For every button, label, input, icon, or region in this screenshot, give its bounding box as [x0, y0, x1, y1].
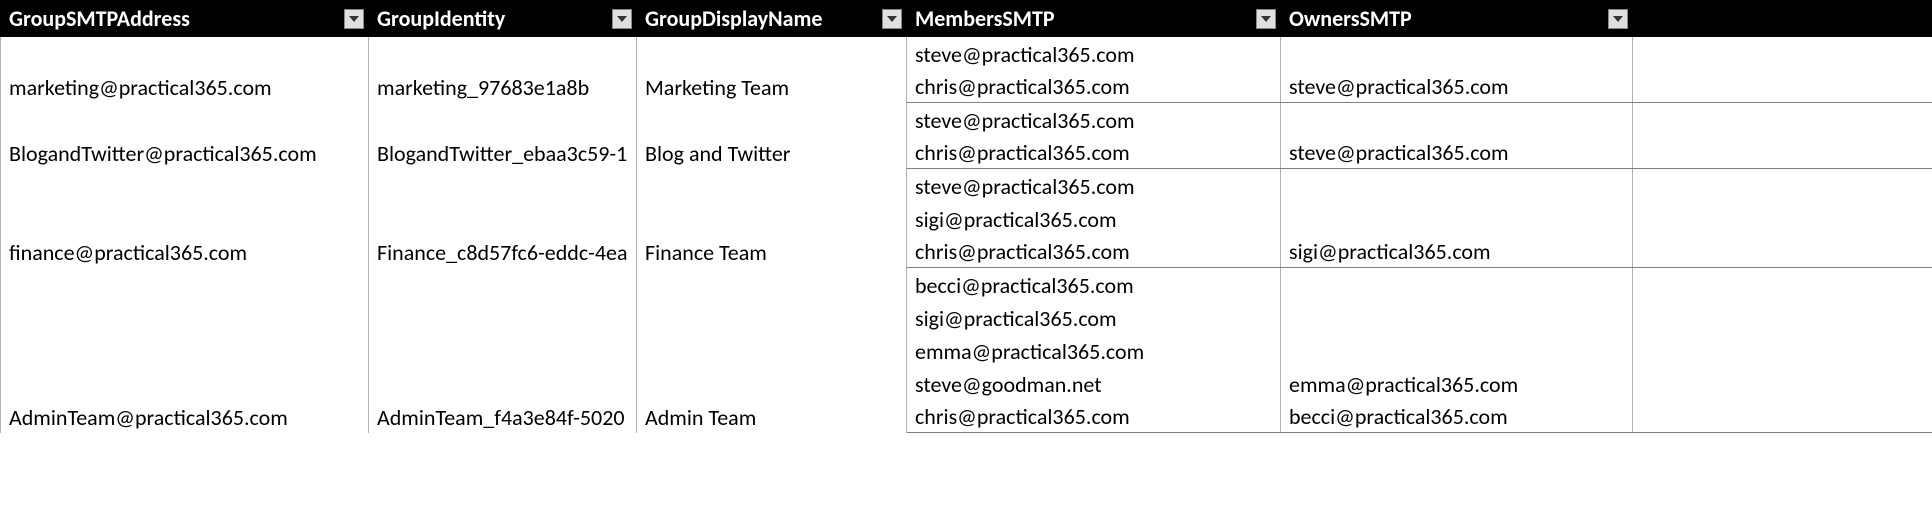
col-header-label: OwnersSMTP — [1289, 5, 1412, 32]
cell-owner-smtp[interactable]: becci@practical365.com — [1281, 400, 1633, 433]
cell-empty — [1633, 301, 1932, 334]
cell-owner-smtp[interactable] — [1281, 103, 1633, 136]
filter-button[interactable] — [1608, 9, 1628, 29]
cell-member-smtp[interactable]: chris@practical365.com — [907, 235, 1281, 268]
filter-button[interactable] — [1256, 9, 1276, 29]
cell-empty — [1633, 70, 1932, 103]
filter-button[interactable] — [344, 9, 364, 29]
cell-empty — [1633, 103, 1932, 136]
cell-groupdisplayname[interactable]: Marketing Team — [637, 37, 907, 103]
cell-empty — [1633, 268, 1932, 301]
cell-owner-smtp[interactable]: sigi@practical365.com — [1281, 235, 1633, 268]
cell-owner-smtp[interactable]: steve@practical365.com — [1281, 136, 1633, 169]
cell-member-smtp[interactable]: chris@practical365.com — [907, 136, 1281, 169]
cell-member-smtp[interactable]: emma@practical365.com — [907, 334, 1281, 367]
cell-groupidentity[interactable]: Finance_c8d57fc6-eddc-4ea — [369, 169, 637, 268]
cell-member-smtp[interactable]: becci@practical365.com — [907, 268, 1281, 301]
cell-owner-smtp[interactable] — [1281, 268, 1633, 301]
cell-member-smtp[interactable]: steve@practical365.com — [907, 37, 1281, 70]
cell-member-smtp[interactable]: sigi@practical365.com — [907, 301, 1281, 334]
cell-owner-smtp[interactable] — [1281, 301, 1633, 334]
cell-owner-smtp[interactable] — [1281, 202, 1633, 235]
cell-empty — [1633, 202, 1932, 235]
col-header-empty — [1633, 1, 1932, 37]
cell-owner-smtp[interactable] — [1281, 334, 1633, 367]
cell-groupsmtpaddress[interactable]: finance@practical365.com — [1, 169, 369, 268]
cell-owner-smtp[interactable] — [1281, 169, 1633, 202]
cell-groupidentity[interactable]: marketing_97683e1a8b — [369, 37, 637, 103]
cell-groupdisplayname[interactable]: Blog and Twitter — [637, 103, 907, 169]
table-row: finance@practical365.comFinance_c8d57fc6… — [1, 169, 1932, 202]
cell-groupsmtpaddress[interactable]: BlogandTwitter@practical365.com — [1, 103, 369, 169]
cell-empty — [1633, 235, 1932, 268]
cell-groupdisplayname[interactable]: Admin Team — [637, 268, 907, 433]
cell-groupsmtpaddress[interactable]: AdminTeam@practical365.com — [1, 268, 369, 433]
cell-member-smtp[interactable]: steve@goodman.net — [907, 367, 1281, 400]
chevron-down-icon — [617, 16, 627, 22]
filter-button[interactable] — [882, 9, 902, 29]
col-header-members-smtp[interactable]: MembersSMTP — [907, 1, 1281, 37]
cell-member-smtp[interactable]: chris@practical365.com — [907, 400, 1281, 433]
cell-member-smtp[interactable]: chris@practical365.com — [907, 70, 1281, 103]
cell-empty — [1633, 136, 1932, 169]
filter-button[interactable] — [612, 9, 632, 29]
cell-empty — [1633, 400, 1932, 433]
table-body: marketing@practical365.commarketing_9768… — [1, 37, 1932, 433]
header-row: GroupSMTPAddress GroupIdentity GroupDisp… — [1, 1, 1932, 37]
cell-empty — [1633, 169, 1932, 202]
table-row: marketing@practical365.commarketing_9768… — [1, 37, 1932, 70]
col-header-label: GroupSMTPAddress — [9, 5, 190, 32]
col-header-owners-smtp[interactable]: OwnersSMTP — [1281, 1, 1633, 37]
cell-groupdisplayname[interactable]: Finance Team — [637, 169, 907, 268]
groups-table: GroupSMTPAddress GroupIdentity GroupDisp… — [0, 0, 1932, 433]
col-header-label: GroupDisplayName — [645, 5, 822, 32]
col-header-group-identity[interactable]: GroupIdentity — [369, 1, 637, 37]
cell-member-smtp[interactable]: sigi@practical365.com — [907, 202, 1281, 235]
col-header-label: GroupIdentity — [377, 5, 505, 32]
col-header-label: MembersSMTP — [915, 5, 1055, 32]
cell-member-smtp[interactable]: steve@practical365.com — [907, 103, 1281, 136]
col-header-group-display-name[interactable]: GroupDisplayName — [637, 1, 907, 37]
chevron-down-icon — [349, 16, 359, 22]
cell-empty — [1633, 367, 1932, 400]
cell-empty — [1633, 334, 1932, 367]
cell-groupidentity[interactable]: AdminTeam_f4a3e84f-5020 — [369, 268, 637, 433]
table-row: AdminTeam@practical365.comAdminTeam_f4a3… — [1, 268, 1932, 301]
table-row: BlogandTwitter@practical365.comBlogandTw… — [1, 103, 1932, 136]
cell-owner-smtp[interactable]: steve@practical365.com — [1281, 70, 1633, 103]
chevron-down-icon — [1613, 16, 1623, 22]
cell-owner-smtp[interactable] — [1281, 37, 1633, 70]
cell-groupidentity[interactable]: BlogandTwitter_ebaa3c59-1 — [369, 103, 637, 169]
cell-groupsmtpaddress[interactable]: marketing@practical365.com — [1, 37, 369, 103]
cell-empty — [1633, 37, 1932, 70]
cell-member-smtp[interactable]: steve@practical365.com — [907, 169, 1281, 202]
chevron-down-icon — [887, 16, 897, 22]
col-header-group-smtp-address[interactable]: GroupSMTPAddress — [1, 1, 369, 37]
cell-owner-smtp[interactable]: emma@practical365.com — [1281, 367, 1633, 400]
chevron-down-icon — [1261, 16, 1271, 22]
